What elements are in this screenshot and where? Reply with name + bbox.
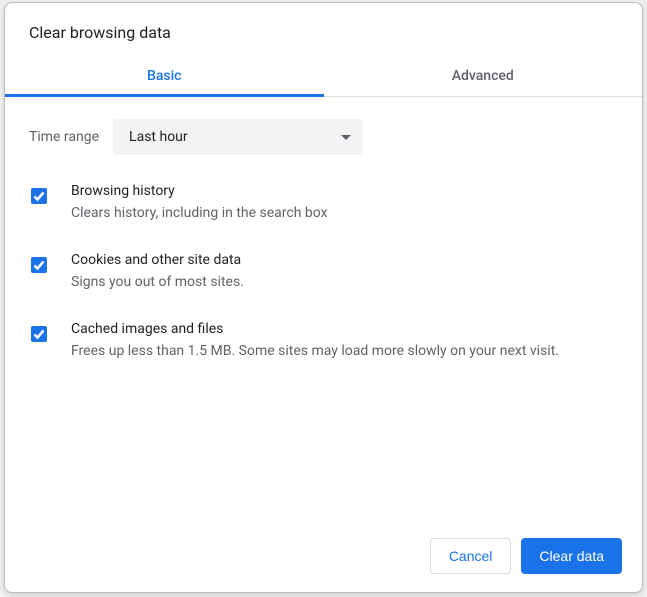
time-range-value: Last hour (129, 129, 188, 145)
cancel-button[interactable]: Cancel (430, 538, 512, 574)
tab-advanced[interactable]: Advanced (324, 60, 643, 96)
dialog-title: Clear browsing data (5, 3, 642, 60)
dropdown-arrow-icon (341, 129, 351, 145)
option-browsing-history: Browsing history Clears history, includi… (29, 183, 618, 224)
option-title: Cookies and other site data (71, 252, 618, 268)
checkbox-cache[interactable] (31, 326, 47, 342)
option-text: Cached images and files Frees up less th… (71, 321, 618, 362)
option-desc: Frees up less than 1.5 MB. Some sites ma… (71, 341, 618, 362)
checkbox-browsing-history[interactable] (31, 188, 47, 204)
dialog-content: Time range Last hour Browsing history Cl… (5, 97, 642, 522)
option-title: Browsing history (71, 183, 618, 199)
option-text: Browsing history Clears history, includi… (71, 183, 618, 224)
clear-data-button[interactable]: Clear data (521, 538, 622, 574)
checkmark-icon (32, 189, 46, 203)
dialog-footer: Cancel Clear data (5, 522, 642, 592)
checkbox-cookies[interactable] (31, 257, 47, 273)
option-title: Cached images and files (71, 321, 618, 337)
checkmark-icon (32, 327, 46, 341)
option-text: Cookies and other site data Signs you ou… (71, 252, 618, 293)
tabs: Basic Advanced (5, 60, 642, 97)
option-cookies: Cookies and other site data Signs you ou… (29, 252, 618, 293)
option-cache: Cached images and files Frees up less th… (29, 321, 618, 362)
time-range-row: Time range Last hour (29, 119, 618, 155)
checkmark-icon (32, 258, 46, 272)
time-range-label: Time range (29, 129, 99, 145)
tab-basic[interactable]: Basic (5, 60, 324, 96)
time-range-select[interactable]: Last hour (113, 119, 363, 155)
option-desc: Signs you out of most sites. (71, 272, 618, 293)
clear-browsing-data-dialog: Clear browsing data Basic Advanced Time … (4, 2, 643, 593)
option-desc: Clears history, including in the search … (71, 203, 618, 224)
